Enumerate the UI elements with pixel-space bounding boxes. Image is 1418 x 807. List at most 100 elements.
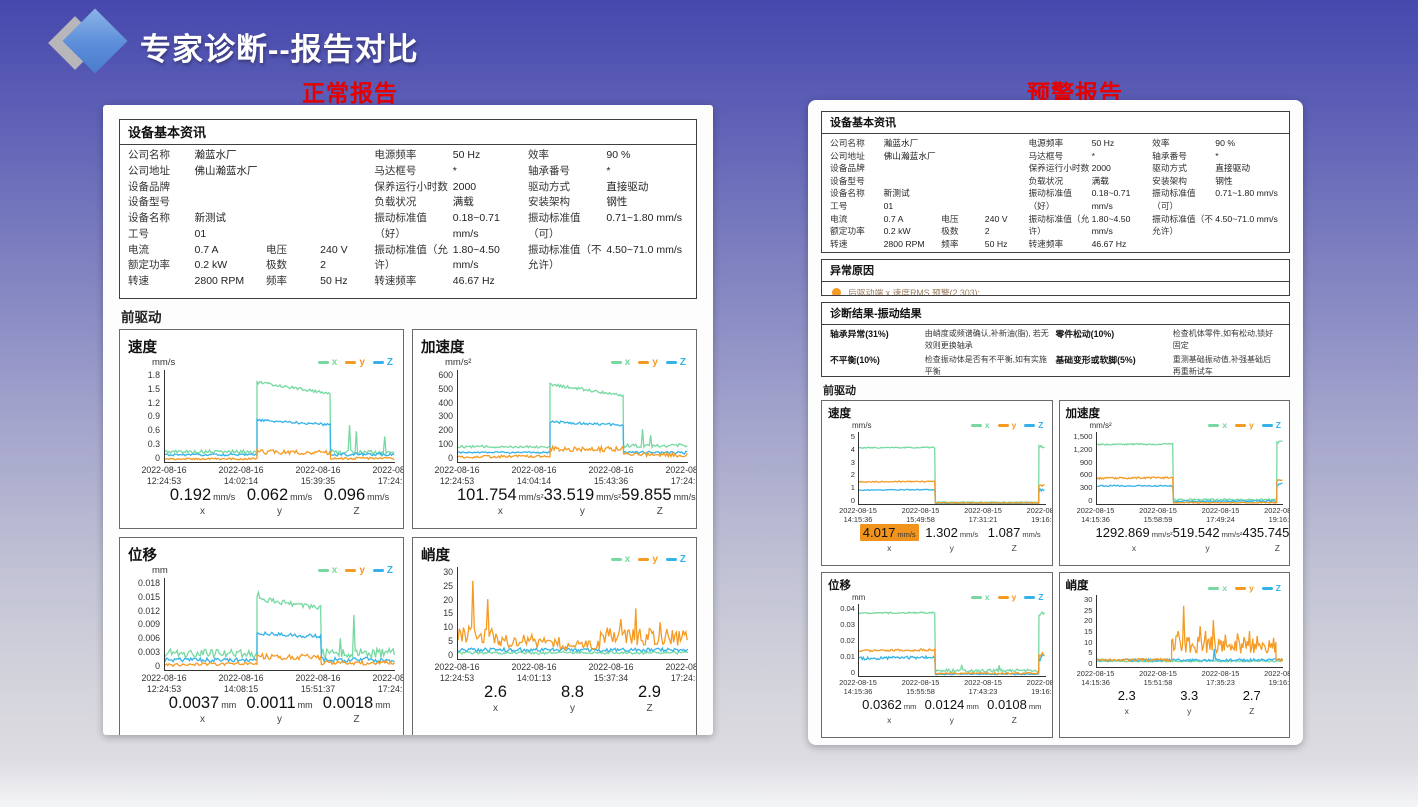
chart-displacement-warning: 位移mmxyZ0.040.030.020.0102022-08-1514:15:… [821,572,1053,738]
x-tick-date: 2022-08-16 [589,465,634,476]
chart-value-line: 0.096mm/s [318,486,395,505]
x-tick-label: 2022-08-1612:24:53 [142,465,187,486]
chart-title-wrap: 加速度mm/s² [1066,405,1112,430]
x-tick-label: 2022-08-1617:24:54 [666,465,698,486]
info-value: 直接驱动 [1215,162,1281,175]
y-tick-label: 10 [1084,638,1092,647]
x-tick-label: 2022-08-1515:58:59 [1139,507,1177,525]
info-row: 保养运行小时数2000驱动方式直接驱动 [374,180,688,196]
chart-value-number: 2.9 [638,683,661,701]
info-label [266,164,320,180]
y-tick-label: 2 [851,470,855,479]
x-tick-time: 15:58:59 [1139,516,1177,525]
info-label: 驱动方式 [528,180,606,196]
info-label [941,162,985,175]
chart-value-column: 4.017mm/sx [858,524,921,553]
info-value: 4.50~71.0 mm/s [1215,213,1281,238]
chart-axis-letter: y [921,543,984,553]
diagnosis-item-title: 轴承异常(31%) [830,328,925,351]
info-value: 2 [320,258,374,274]
x-tick-date: 2022-08-16 [373,465,405,476]
x-tick-time: 17:24:54 [373,476,405,487]
info-row: 电流0.7 A电压240 V [830,213,1028,226]
chart-unit-label: mm/s [852,421,872,430]
info-row: 设备品牌 [830,162,1028,175]
x-tick-label: 2022-08-1614:04:14 [511,465,556,486]
info-row: 电源频率50 Hz效率90 % [374,148,688,164]
chart-value-line: 0.062mm/s [241,486,318,505]
diagnosis-item-desc: 检查机体零件,如有松动,锁好固定 [1173,328,1281,351]
x-tick-label: 2022-08-1515:49:58 [902,507,940,525]
y-axis-ticks: 1,5001,2009006003000 [1066,432,1096,505]
y-tick-label: 20 [1084,616,1092,625]
info-label: 频率 [266,274,320,290]
chart-axis-letter: x [164,506,241,517]
chart-axis-letter: y [544,506,621,517]
info-label [941,187,985,200]
diagnosis-item-desc: 由峭度或频谱确认,补新油(脂), 若无效则更换轴承 [925,328,1056,351]
chart-value-number: 1.302 [925,525,958,540]
chart-title: 速度 [828,405,872,421]
legend-label: Z [680,357,686,368]
chart-title: 加速度 [421,336,471,357]
series-line-y [1097,606,1283,661]
y-axis-ticks: 0.0180.0150.0120.0090.0060.0030 [128,578,164,671]
x-tick-time: 14:04:14 [511,476,556,487]
info-label: 负载状况 [374,195,452,211]
x-tick-time: 19:16:54 [1027,688,1053,697]
legend-item: y [638,554,658,565]
x-tick-label: 2022-08-1617:24:54 [373,673,405,694]
legend-label: x [1222,420,1227,430]
abnormal-cause-text: 后驱动端 x 速度RMS 预警(2.303); [848,286,980,296]
chart-value-number: 8.8 [561,683,584,701]
chart-acceleration-normal: 加速度mm/s²xyZ60050040030020010002022-08-16… [412,329,697,529]
y-tick-label: 0 [851,496,855,505]
y-tick-label: 0 [1088,496,1092,505]
chart-values-row: 2.6x8.8y2.9Z [457,683,688,714]
info-value [985,200,1029,213]
chart-axis-letter: y [241,506,318,517]
x-tick-time: 15:37:34 [589,673,634,684]
chart-value-number: 4.017 [863,525,896,540]
legend-item: y [1235,583,1254,593]
x-axis-ticks: 2022-08-1612:24:532022-08-1614:08:152022… [164,671,395,693]
x-tick-time: 14:02:14 [218,476,263,487]
info-row: 转速频率46.67 Hz [374,274,688,290]
chart-unit-label: mm [152,565,168,576]
chart-axis-letter: Z [1221,706,1284,716]
info-label [1152,238,1215,251]
legend-dash-icon [318,361,329,364]
info-label [941,200,985,213]
x-tick-label: 2022-08-1515:51:58 [1139,670,1177,688]
legend-dash-icon [971,424,982,427]
x-tick-label: 2022-08-1514:15:36 [839,507,877,525]
x-tick-time: 14:08:15 [218,684,263,695]
chart-title-wrap: 位移mm [828,577,865,602]
x-tick-time: 17:31:21 [964,516,1002,525]
chart-axis-letter: x [858,715,921,725]
legend-item: x [971,592,990,602]
chart-value-column: 1292.869mm/s²x [1096,524,1173,553]
y-tick-label: 20 [443,595,453,605]
y-tick-label: 5 [1088,648,1092,657]
info-value: 50 Hz [1092,137,1153,150]
device-info-header: 设备基本资讯 [822,112,1289,134]
x-tick-date: 2022-08-16 [218,465,263,476]
x-tick-time: 12:24:53 [142,684,187,695]
page-title: 专家诊断--报告对比 [140,24,419,69]
info-label: 转速 [128,274,195,290]
info-row: 振动标准值 （好）0.18~0.71 mm/s振动标准值 （可）0.71~1.8… [374,211,688,243]
x-tick-label: 2022-08-1517:35:23 [1202,670,1240,688]
chart-value-line: 2.7 [1221,687,1284,705]
front-drive-label: 前驱动 [823,382,1290,398]
chart-value-unit: mm/s [213,492,235,502]
chart-value-line: 59.855mm/s² [621,486,697,505]
x-tick-label: 2022-08-1615:37:34 [589,662,634,683]
chart-value-number: 435.745 [1242,525,1289,540]
info-row: 马达框号*轴承番号* [374,164,688,180]
chart-value-column: 0.0124mmy [921,696,984,725]
info-value [606,274,688,290]
x-tick-label: 2022-08-1615:39:35 [296,465,341,486]
x-tick-time: 17:35:23 [1202,679,1240,688]
legend-label: Z [1276,583,1281,593]
